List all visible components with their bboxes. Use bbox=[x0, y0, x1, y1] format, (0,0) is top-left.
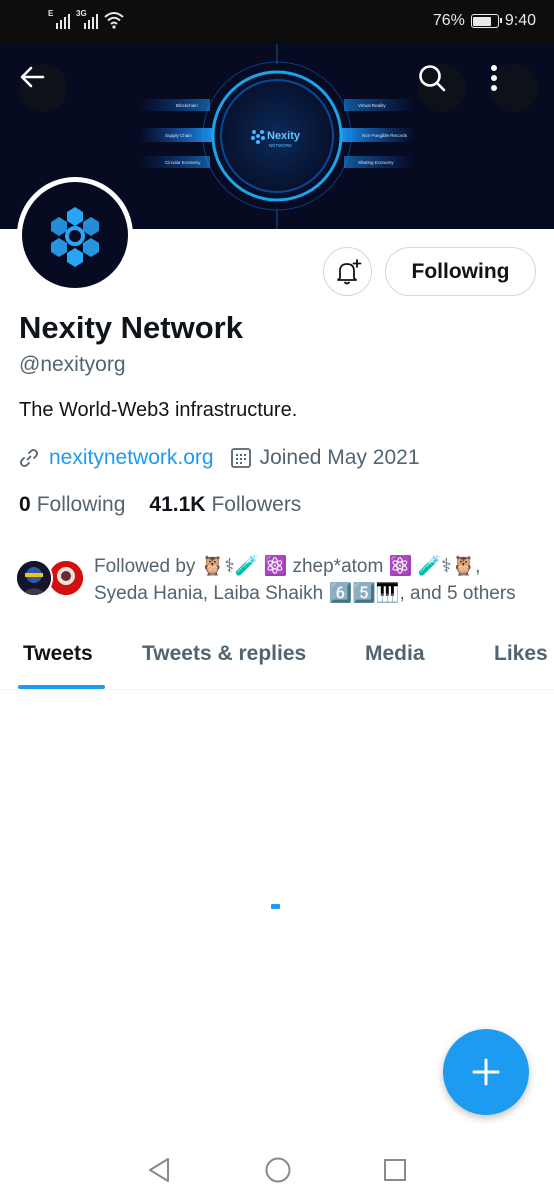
svg-text:Sharing Economy: Sharing Economy bbox=[358, 160, 394, 165]
wifi-icon bbox=[104, 12, 124, 29]
followers-label: Followers bbox=[211, 493, 302, 516]
tab-tweets[interactable]: Tweets bbox=[23, 642, 93, 666]
search-icon bbox=[419, 65, 446, 92]
profile-meta: nexitynetwork.org Joined May 2021 bbox=[19, 446, 420, 470]
svg-text:Non-Fungible Records: Non-Fungible Records bbox=[362, 133, 408, 138]
network-type-label: E bbox=[48, 9, 54, 18]
tab-tweets-replies[interactable]: Tweets & replies bbox=[142, 642, 306, 666]
battery-percent: 76% bbox=[432, 12, 465, 29]
signal-indicators: E 3G bbox=[48, 9, 124, 29]
profile-handle: @nexityorg bbox=[19, 353, 126, 376]
battery-icon bbox=[470, 14, 502, 28]
website-link[interactable]: nexitynetwork.org bbox=[49, 446, 214, 470]
followers-count: 41.1K bbox=[149, 493, 206, 516]
arrow-left-icon bbox=[20, 66, 45, 88]
followers-count-link[interactable]: 41.1K Followers bbox=[149, 493, 301, 517]
system-nav-bar bbox=[0, 1140, 554, 1200]
svg-text:NETWORK: NETWORK bbox=[269, 143, 292, 148]
svg-text:Circular Economy: Circular Economy bbox=[165, 160, 201, 165]
more-vertical-icon bbox=[491, 65, 497, 91]
bell-plus-icon bbox=[336, 258, 361, 284]
svg-text:Virtual Reality: Virtual Reality bbox=[358, 103, 386, 108]
notify-button[interactable] bbox=[323, 247, 372, 296]
back-button[interactable] bbox=[19, 64, 67, 112]
search-button[interactable] bbox=[418, 64, 466, 112]
followed-by-prefix: Followed by bbox=[94, 556, 196, 577]
followed-by-others: Syeda Hania, Laiba Shaikh 6️⃣5️⃣🎹, and 5… bbox=[94, 583, 516, 604]
following-count: 0 bbox=[19, 493, 31, 516]
home-circle-icon[interactable] bbox=[264, 1156, 292, 1184]
avatar-image-2 bbox=[49, 561, 83, 595]
tab-media[interactable]: Media bbox=[365, 642, 425, 666]
compose-tweet-button[interactable] bbox=[443, 1029, 529, 1115]
followed-by-text[interactable]: Followed by 🦉⚕🧪 ⚛️ zhep*atom ⚛️ 🧪⚕🦉, Sye… bbox=[94, 553, 544, 607]
loading-indicator bbox=[271, 904, 280, 909]
signal-strength-icon: E bbox=[48, 9, 70, 29]
clock: 9:40 bbox=[504, 12, 536, 29]
nexity-logo-icon bbox=[51, 207, 99, 267]
active-tab-indicator bbox=[18, 685, 105, 689]
follower-avatar-1[interactable] bbox=[15, 559, 53, 597]
following-button[interactable]: Following bbox=[385, 247, 536, 296]
more-options-button[interactable] bbox=[490, 64, 538, 112]
follow-stats: 0 Following 41.1K Followers bbox=[19, 493, 301, 517]
back-triangle-icon[interactable] bbox=[146, 1156, 172, 1184]
profile-tabs: Tweets Tweets & replies Media Likes bbox=[0, 630, 554, 690]
joined-date: Joined May 2021 bbox=[259, 446, 420, 469]
calendar-icon bbox=[230, 448, 251, 468]
avatar-image bbox=[17, 561, 51, 595]
network-type-label-2: 3G bbox=[76, 9, 87, 18]
profile-bio: The World-Web3 infrastructure. bbox=[19, 399, 298, 421]
profile-avatar[interactable] bbox=[17, 177, 133, 293]
svg-text:Blockchain: Blockchain bbox=[176, 103, 198, 108]
plus-icon bbox=[472, 1058, 500, 1086]
followed-by-names: 🦉⚕🧪 ⚛️ zhep*atom ⚛️ 🧪⚕🦉, bbox=[200, 556, 481, 577]
svg-text:Nexity: Nexity bbox=[267, 130, 301, 142]
signal-strength-icon-2: 3G bbox=[76, 9, 98, 29]
status-bar: E 3G 76% 9:40 bbox=[0, 0, 554, 44]
following-count-link[interactable]: 0 Following bbox=[19, 493, 125, 517]
svg-text:Supply Chain: Supply Chain bbox=[165, 133, 192, 138]
link-icon bbox=[20, 449, 38, 467]
tab-likes[interactable]: Likes bbox=[494, 642, 548, 666]
profile-name: Nexity Network bbox=[19, 310, 243, 345]
recents-square-icon[interactable] bbox=[383, 1156, 407, 1184]
following-label: Following bbox=[36, 493, 126, 516]
